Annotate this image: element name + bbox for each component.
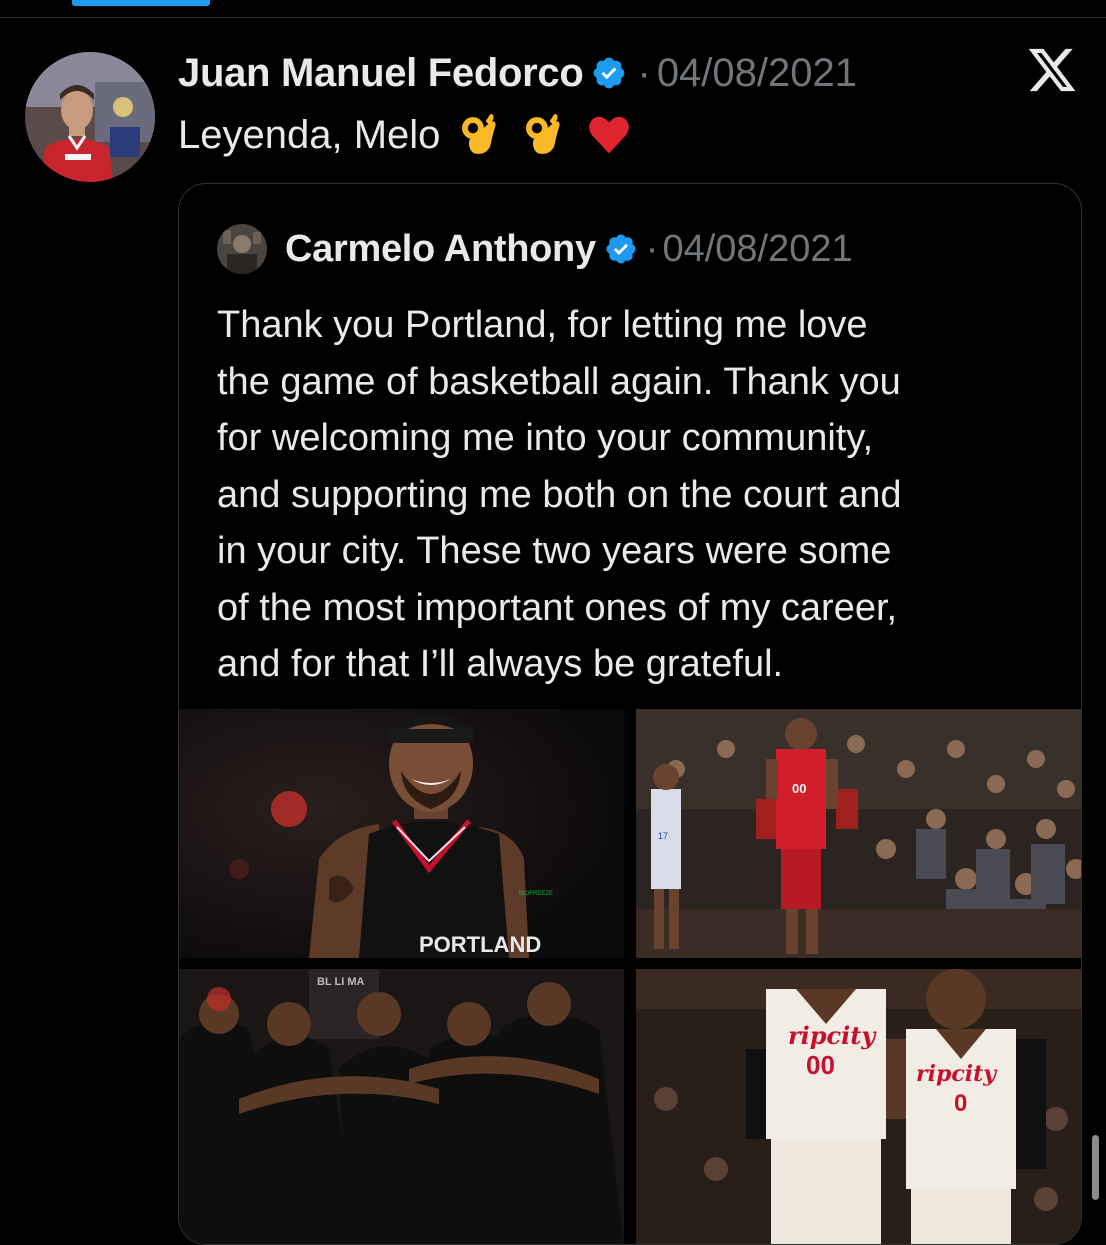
text-line: in your city. These two years were some (217, 530, 892, 572)
quoted-author-avatar[interactable] (217, 224, 267, 274)
quoted-author-name[interactable]: Carmelo Anthony (285, 228, 596, 271)
ok-hand-emoji (522, 112, 568, 158)
jersey-patch: BIOFREEZE (519, 891, 553, 897)
active-tab-indicator (72, 0, 210, 6)
text-line: and for that I’ll always be grateful. (217, 643, 784, 685)
post-date[interactable]: 04/08/2021 (657, 51, 857, 96)
banner-text: BL LI MA (317, 976, 365, 988)
media-photo-2[interactable]: 17 00 (636, 709, 1081, 958)
text-line: Thank you Portland, for letting me love (217, 304, 868, 346)
quoted-post-card[interactable]: Carmelo Anthony · 04/08/2021 Thank you P… (178, 183, 1082, 1245)
post-text: Leyenda, Melo (178, 105, 632, 165)
media-photo-4[interactable]: ripcity 00 ripcity 0 (636, 969, 1081, 1244)
verified-badge-icon[interactable] (604, 232, 638, 266)
quoted-post-date[interactable]: 04/08/2021 (662, 228, 852, 271)
red-heart-emoji (586, 112, 632, 158)
scrollbar[interactable] (1092, 1135, 1099, 1200)
opponent-jersey-number: 17 (658, 831, 668, 841)
jersey-text: ripcity (788, 1021, 877, 1050)
author-name[interactable]: Juan Manuel Fedorco (178, 51, 584, 96)
separator: · (645, 227, 659, 270)
divider (0, 17, 1106, 18)
verified-badge-icon[interactable] (591, 55, 627, 91)
media-grid: PORTLAND BIOFREEZE 17 00 BL LI MA ripcit… (179, 709, 1081, 1244)
jersey-number: 00 (806, 1050, 835, 1080)
jersey-text: PORTLAND (419, 932, 541, 957)
jersey-number: 00 (792, 781, 806, 796)
media-photo-3[interactable]: BL LI MA (179, 969, 624, 1244)
text-line: and supporting me both on the court and (217, 473, 902, 516)
quoted-post-text: Thank you Portland, for letting me love … (217, 297, 1047, 693)
post-text-content: Leyenda, Melo (178, 112, 441, 157)
jersey-text: ripcity (916, 1061, 998, 1087)
author-avatar[interactable] (25, 52, 155, 182)
text-line: the game of basketball again. Thank you (217, 360, 901, 403)
separator: · (637, 50, 651, 95)
quoted-post-header: Carmelo Anthony · 04/08/2021 (217, 222, 853, 276)
x-logo-icon[interactable] (1026, 44, 1078, 96)
text-line: of the most important ones of my career, (217, 586, 898, 629)
text-line: for welcoming me into your community, (217, 417, 874, 459)
ok-hand-emoji (458, 112, 504, 158)
media-photo-1[interactable]: PORTLAND BIOFREEZE (179, 709, 624, 958)
post-header: Juan Manuel Fedorco · 04/08/2021 (178, 44, 857, 102)
jersey-number: 0 (954, 1090, 967, 1117)
